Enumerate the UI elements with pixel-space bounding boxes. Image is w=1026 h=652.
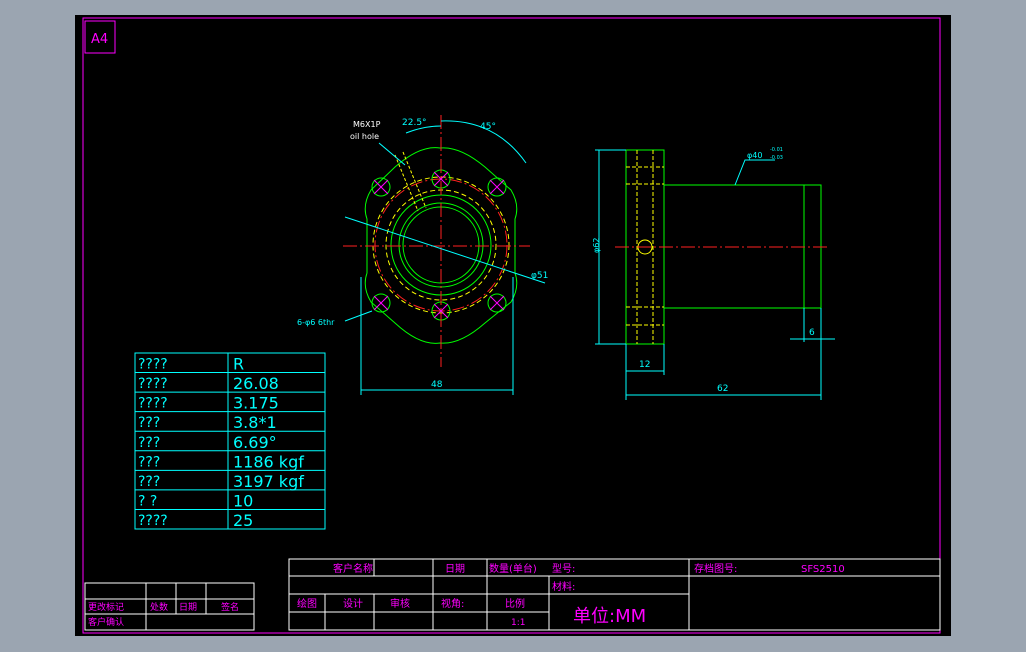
customer-confirm: 客户确认	[88, 616, 124, 628]
end-length: 6	[809, 328, 815, 338]
archive-no-label: 存档图号:	[694, 562, 737, 575]
drawn-label: 绘图	[297, 597, 317, 610]
spec-table: ???? R???? 26.08???? 3.175??? 3.8*1??? 6.69°?…	[134, 352, 326, 530]
spec-row-label: ???	[138, 454, 160, 470]
tolerance-lower: -0.03	[770, 155, 783, 161]
cad-viewport[interactable]: A4 22.5° 45° M6X1P oil hole φ51 6-φ6 6th…	[0, 0, 1026, 652]
spec-row-value: 25	[233, 511, 253, 530]
spec-row-label: ????	[138, 376, 168, 392]
tolerance-upper: -0.01	[770, 147, 783, 153]
width-dimension: 48	[431, 380, 443, 390]
drawing-sheet: A4 22.5° 45° M6X1P oil hole φ51 6-φ6 6th…	[75, 15, 951, 636]
sheet-size-label: A4	[91, 32, 108, 47]
revision-sign: 签名	[221, 601, 239, 613]
outer-diameter-leader	[734, 159, 775, 186]
outer-diameter: φ40	[747, 151, 762, 160]
spec-row-value: 3.175	[233, 394, 279, 413]
flange-thickness-dim-lines	[625, 344, 665, 400]
total-length: 62	[717, 384, 728, 394]
customer-name-label: 客户名称	[333, 562, 373, 575]
holes-callout: 6-φ6 6thr	[297, 318, 335, 327]
angle-large-label: 45°	[480, 122, 496, 132]
front-view: 22.5° 45° M6X1P oil hole φ51 6-φ6 6thr 4…	[297, 115, 548, 395]
bolt-holes	[371, 169, 507, 321]
revision-count: 处数	[150, 601, 168, 613]
revision-date: 日期	[179, 602, 197, 613]
design-label: 设计	[343, 597, 363, 610]
flange-thickness: 12	[639, 360, 650, 370]
spec-row-value: 3.8*1	[233, 413, 277, 432]
holes-callout-leader	[344, 310, 373, 322]
sheet-border	[82, 17, 941, 634]
hole-markers	[373, 171, 505, 319]
drawing-number: SFS2510	[801, 564, 845, 575]
spec-row-value: 10	[233, 491, 253, 510]
unit-label: 单位:MM	[573, 606, 646, 627]
view-angle-label: 视角:	[441, 597, 464, 610]
spec-row-value: R	[233, 355, 244, 374]
spec-row-value: 3197 kgf	[233, 472, 304, 491]
spec-row-label: ???	[138, 474, 160, 490]
drawing-canvas: A4 22.5° 45° M6X1P oil hole φ51 6-φ6 6th…	[82, 17, 941, 634]
thread-callout-size: M6X1P	[353, 120, 381, 129]
spec-row-label: ????	[138, 357, 168, 373]
side-view: φ62 φ40 -0.01 -0.03 6 12 62	[592, 147, 835, 400]
spec-row-value: 6.69°	[233, 433, 277, 452]
spec-row-label: ? ?	[138, 493, 157, 509]
spec-row-value: 26.08	[233, 374, 279, 393]
scale-label: 比例	[505, 597, 525, 610]
date-label: 日期	[445, 563, 465, 575]
spec-table-rows: ???? R???? 26.08???? 3.175??? 3.8*1??? 6.69°?…	[135, 355, 325, 530]
material-label: 材料:	[552, 580, 575, 593]
revision-block: 更改标记 处数 日期 签名 客户确认	[84, 582, 255, 631]
review-label: 审核	[390, 597, 410, 610]
thread-callout-note: oil hole	[350, 132, 379, 141]
thread-callout-leader	[378, 142, 406, 166]
spec-row-label: ????	[138, 513, 168, 529]
angle-small-label: 22.5°	[402, 118, 427, 128]
quantity-label: 数量(单台)	[489, 562, 537, 575]
bolt-circle-diameter: φ51	[531, 271, 548, 281]
spec-row-label: ????	[138, 396, 168, 412]
title-block: 客户名称 日期 数量(单台) 型号: 存档图号: SFS2510 材料: 绘图 …	[288, 558, 941, 631]
flange-diameter: φ62	[592, 238, 601, 253]
scale-value: 1:1	[511, 618, 525, 628]
spec-row-value: 1186 kgf	[233, 452, 304, 471]
revision-change-mark: 更改标记	[88, 601, 124, 613]
spec-row-label: ???	[138, 435, 160, 451]
model-label: 型号:	[552, 562, 575, 575]
spec-row-label: ???	[138, 415, 160, 431]
